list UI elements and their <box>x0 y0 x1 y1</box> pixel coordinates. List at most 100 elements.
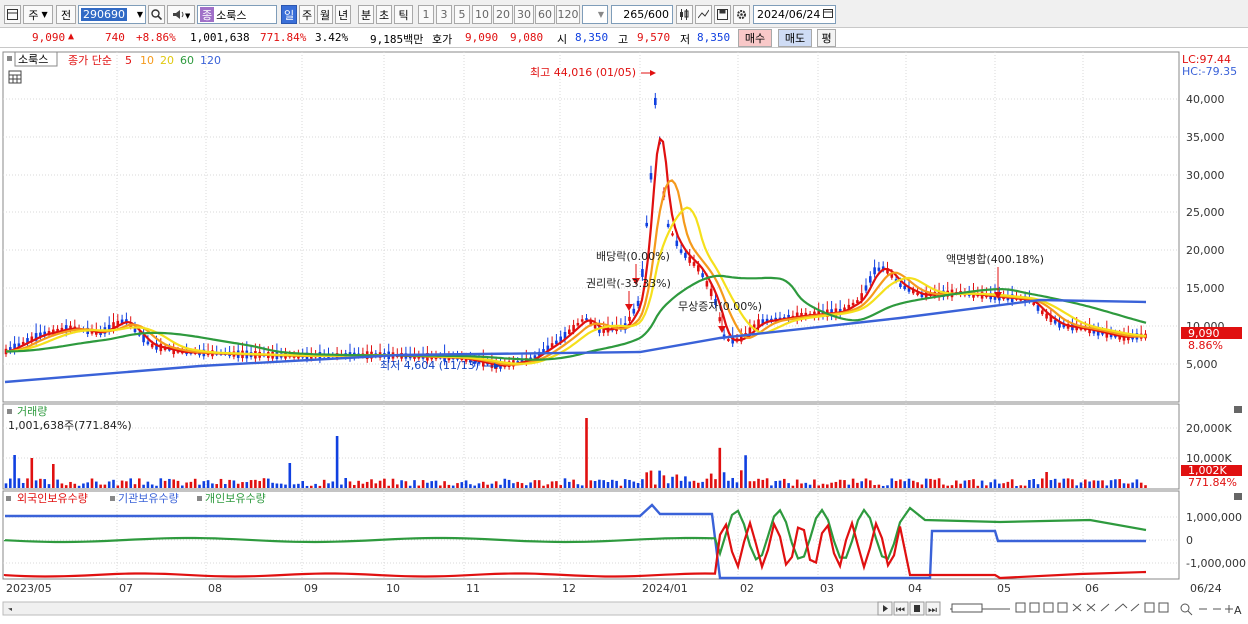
market-select[interactable]: 주 ▼ <box>23 5 53 24</box>
period-second[interactable]: 초 <box>376 5 392 24</box>
volume-bar <box>709 473 713 488</box>
volume-bar <box>310 485 313 488</box>
bar-count-field[interactable]: 265/600 <box>611 5 673 24</box>
volume-bar <box>125 481 128 488</box>
plus-icon[interactable] <box>1225 605 1233 613</box>
volume-bar <box>894 480 898 488</box>
candle-type-icon[interactable] <box>676 5 693 24</box>
x-tick: 04 <box>908 582 922 595</box>
draw-tool-icon[interactable] <box>695 5 712 24</box>
volume-bar <box>752 481 756 488</box>
close-icon[interactable] <box>1234 493 1242 500</box>
zoom-slider-handle[interactable] <box>951 603 983 613</box>
period-year[interactable]: 년 <box>335 5 351 24</box>
stock-name-field[interactable]: 종 소룩스 <box>197 5 277 24</box>
period-tick[interactable]: 틱 <box>394 5 413 24</box>
layout-icon[interactable] <box>4 5 21 24</box>
forward-icon[interactable]: ⏭ <box>928 605 937 616</box>
volume-bar <box>632 481 636 488</box>
volume-bar <box>77 485 81 488</box>
calendar-icon[interactable] <box>823 8 833 21</box>
interval-60[interactable]: 60 <box>535 5 555 24</box>
volume-bar <box>924 478 928 488</box>
buy-button[interactable]: 매수 <box>738 29 772 47</box>
chart-area[interactable]: 소룩스 종가 단순 5 10 20 60 120 LC:97.44 HC:-79… <box>0 48 1248 621</box>
volume-bar <box>813 479 816 488</box>
volume-bar <box>993 479 997 488</box>
sell-button[interactable]: 매도 <box>778 29 812 47</box>
window-icon[interactable] <box>1158 602 1169 613</box>
window-icon[interactable] <box>1057 602 1068 613</box>
speaker-icon[interactable]: ▼ <box>167 5 195 24</box>
interval-1[interactable]: 1 <box>418 5 434 24</box>
volume-bar <box>482 481 485 488</box>
volume-bar <box>374 483 378 488</box>
volume-bar <box>34 480 38 488</box>
period-minute[interactable]: 분 <box>358 5 374 24</box>
quote-bar: 9,090 ▲ 740 +8.86% 1,001,638 771.84% 3.4… <box>0 28 1248 48</box>
cross-icon[interactable] <box>1072 603 1082 612</box>
panel-menu-icon[interactable] <box>7 56 12 61</box>
jeon-button[interactable]: 전 <box>56 5 76 24</box>
candle-body <box>877 267 881 271</box>
search-icon[interactable] <box>1180 603 1190 613</box>
panel-menu-icon[interactable] <box>197 496 202 501</box>
gear-icon[interactable] <box>733 5 750 24</box>
calendar-grid-icon[interactable] <box>8 70 22 84</box>
pyeong-button[interactable]: 평 <box>817 29 836 47</box>
close-icon[interactable] <box>1234 406 1242 413</box>
period-month[interactable]: 월 <box>317 5 333 24</box>
window-icon[interactable] <box>1144 602 1155 613</box>
interval-120[interactable]: 120 <box>556 5 580 24</box>
search-icon[interactable] <box>148 5 165 24</box>
line-icon[interactable] <box>1100 603 1110 612</box>
last-volume-pct: 771.84% <box>1188 476 1237 489</box>
candle-body <box>679 249 683 253</box>
volume-bar <box>327 483 330 488</box>
line-icon[interactable] <box>1130 603 1140 612</box>
volume-bar <box>1144 485 1147 488</box>
volume-bar <box>568 481 571 488</box>
hc-label: HC:-79.35 <box>1182 65 1237 78</box>
font-size-icon[interactable]: A <box>1234 604 1242 617</box>
panel-menu-icon[interactable] <box>7 409 12 414</box>
volume-bar <box>107 481 111 488</box>
interval-5[interactable]: 5 <box>454 5 470 24</box>
interval-3[interactable]: 3 <box>436 5 452 24</box>
window-icon[interactable] <box>1015 602 1026 613</box>
volume-bar <box>404 481 408 488</box>
volume-bar <box>1006 481 1010 488</box>
period-week[interactable]: 주 <box>299 5 315 24</box>
search-icon-handle[interactable] <box>1187 610 1193 616</box>
rewind-icon[interactable]: ⏮ <box>896 605 905 616</box>
trade-amount: 9,185백만 <box>370 33 424 46</box>
volume-bar <box>211 483 214 488</box>
line-icon[interactable] <box>1114 603 1128 612</box>
interval-30[interactable]: 30 <box>514 5 534 24</box>
window-icon[interactable] <box>1043 602 1054 613</box>
window-icon[interactable] <box>1029 602 1040 613</box>
horizontal-scrollbar[interactable] <box>2 601 880 616</box>
date-picker[interactable]: 2024/06/24 <box>753 5 836 24</box>
volume-bar <box>1088 481 1091 488</box>
volume-bar <box>512 483 515 488</box>
save-icon[interactable] <box>714 5 731 24</box>
interval-10[interactable]: 10 <box>472 5 492 24</box>
interval-20[interactable]: 20 <box>493 5 513 24</box>
volume-bar <box>877 484 881 488</box>
panel-menu-icon[interactable] <box>110 496 115 501</box>
tool-icons[interactable] <box>1015 602 1233 616</box>
volume-bar <box>864 478 868 488</box>
custom-interval-dropdown[interactable]: ▼ <box>582 5 608 24</box>
y-tick: 25,000 <box>1186 206 1225 219</box>
volume-bar <box>56 479 59 488</box>
y-tick: -1,000,000 <box>1186 557 1246 570</box>
stock-code-input[interactable]: 290690 ▼ <box>78 5 146 24</box>
stop-icon[interactable] <box>914 605 920 612</box>
cross-icon[interactable] <box>1086 603 1096 612</box>
panel-menu-icon[interactable] <box>6 496 11 501</box>
chart-canvas[interactable]: 소룩스 종가 단순 5 10 20 60 120 LC:97.44 HC:-79… <box>0 48 1248 621</box>
volume-bar <box>30 458 34 488</box>
period-day[interactable]: 일 <box>281 5 297 24</box>
volume-bar <box>26 478 29 488</box>
